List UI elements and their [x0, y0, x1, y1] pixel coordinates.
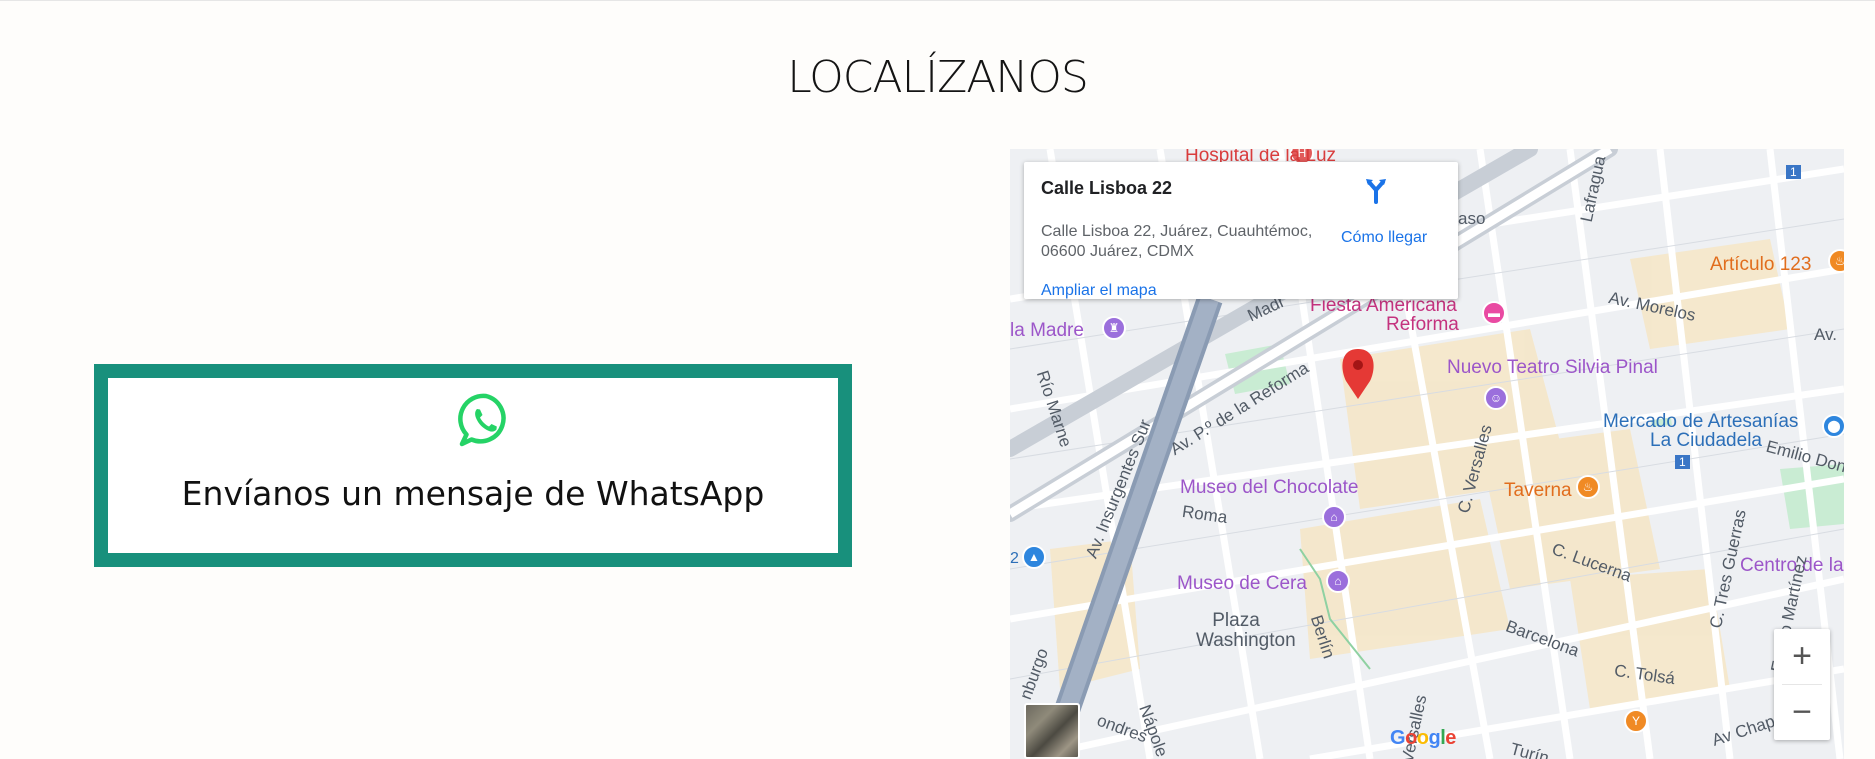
poi-madre[interactable]: la Madre — [1010, 320, 1084, 342]
whatsapp-button[interactable]: Envíanos un mensaje de WhatsApp — [94, 364, 852, 567]
section-title: LOCALÍZANOS — [787, 52, 1089, 103]
place-info-card: Calle Lisboa 22 Calle Lisboa 22, Juárez,… — [1024, 162, 1458, 299]
directions-link[interactable]: Cómo llegar — [1341, 229, 1427, 247]
place-title: Calle Lisboa 22 — [1041, 178, 1173, 198]
area-plaza-2: Washington — [1196, 630, 1296, 651]
enlarge-map-link[interactable]: Ampliar el mapa — [1041, 282, 1157, 300]
route-marker-2: 1 — [1675, 455, 1690, 469]
bag-icon[interactable]: ▲ — [1022, 545, 1046, 569]
poi-cera[interactable]: Museo de Cera — [1177, 573, 1307, 595]
street-paso: aso — [1458, 209, 1486, 228]
area-plaza-1: Plaza — [1212, 610, 1260, 631]
place-address-line-2: 06600 Juárez, CDMX — [1041, 243, 1194, 260]
zoom-out-button[interactable]: − — [1774, 685, 1830, 740]
place-address-line-1: Calle Lisboa 22, Juárez, Cuauhtémoc, — [1041, 223, 1313, 240]
zoom-in-button[interactable]: + — [1774, 629, 1830, 684]
poi-chocolate[interactable]: Museo del Chocolate — [1180, 477, 1359, 499]
theater-icon[interactable]: ☺ — [1484, 386, 1508, 410]
whatsapp-icon — [458, 393, 506, 447]
poi-articulo[interactable]: Artículo 123 — [1710, 254, 1811, 276]
zoom-controls: + − — [1774, 629, 1830, 740]
poi-fiesta-2[interactable]: Reforma — [1386, 314, 1459, 336]
restaurant-icon[interactable]: ♨ — [1576, 475, 1600, 499]
route-marker-3: 2 — [1010, 550, 1019, 567]
map-embed[interactable]: H Hospital de la Luz ♨ Artículo 123 ▬ Fi… — [1010, 149, 1844, 759]
museum-icon[interactable]: ⌂ — [1326, 569, 1350, 593]
hotel-icon[interactable]: ▬ — [1482, 301, 1506, 325]
poi-taverna[interactable]: Taverna — [1504, 480, 1572, 502]
museum-icon[interactable]: ⌂ — [1322, 505, 1346, 529]
route-marker-1: 1 — [1786, 165, 1801, 179]
street-av: Av. — [1814, 325, 1837, 344]
poi-teatro[interactable]: Nuevo Teatro Silvia Pinal — [1447, 357, 1658, 379]
place-address: Calle Lisboa 22, Juárez, Cuauhtémoc, 066… — [1041, 222, 1341, 262]
whatsapp-label: Envíanos un mensaje de WhatsApp — [181, 474, 765, 513]
bar-icon[interactable]: Y — [1624, 709, 1648, 733]
top-divider — [0, 0, 1875, 1]
poi-mercado-2[interactable]: La Ciudadela — [1650, 430, 1762, 452]
monument-icon[interactable]: ♜ — [1102, 316, 1126, 340]
satellite-toggle-button[interactable] — [1024, 703, 1080, 759]
directions-icon[interactable] — [1362, 176, 1390, 204]
shopping-icon[interactable]: ⬤ — [1822, 414, 1844, 438]
google-logo: Google — [1390, 727, 1456, 749]
